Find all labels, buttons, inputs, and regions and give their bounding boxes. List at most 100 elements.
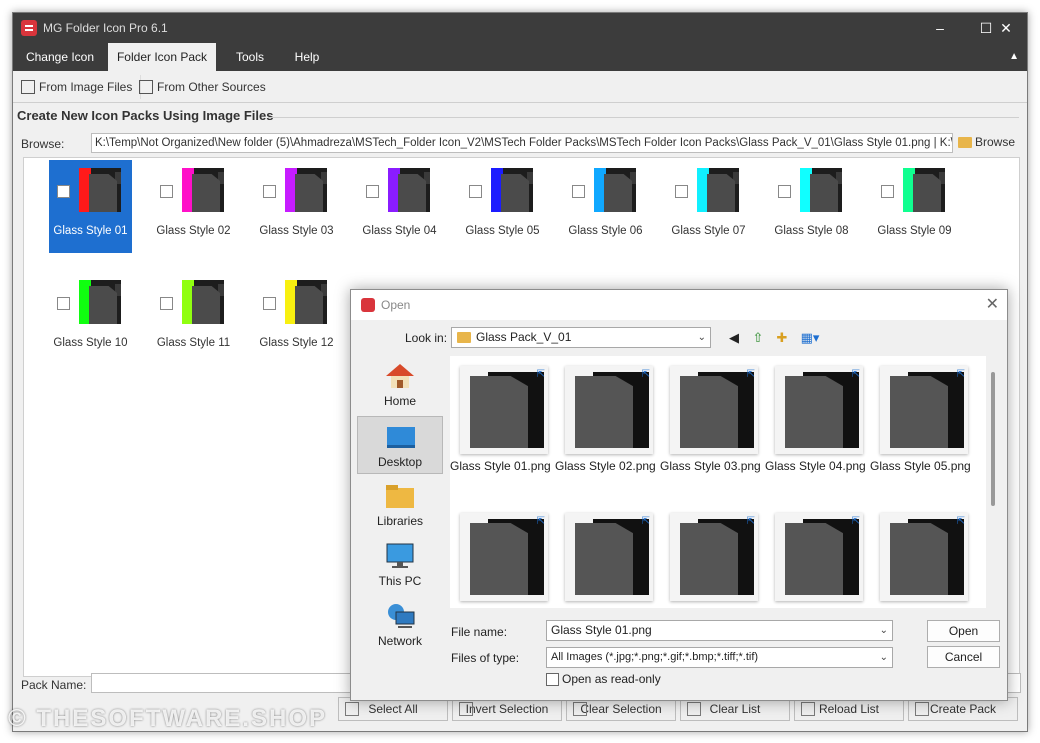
tile-checkbox[interactable] [160,185,173,198]
shortcut-arrow-icon: ⇱ [956,369,965,380]
cancel-button[interactable]: Cancel [927,646,1000,668]
file-item[interactable]: ⇱ [870,503,970,608]
file-item[interactable]: ⇱ [555,503,655,608]
place-desktop[interactable]: Desktop [357,416,443,474]
icon-tile[interactable]: Glass Style 05 [461,160,544,253]
menu-change-icon[interactable]: Change Icon [17,43,103,71]
tile-checkbox[interactable] [881,185,894,198]
from-other-sources-label: From Other Sources [157,80,266,94]
view-menu-icon[interactable]: ▦▾ [797,329,823,347]
new-folder-icon[interactable]: ✚ [773,329,791,347]
chevron-down-icon: ⌄ [697,332,706,343]
icon-tile[interactable]: Glass Style 03 [255,160,338,253]
icon-tile[interactable]: Glass Style 01 [49,160,132,253]
folder-icon [182,168,224,212]
icon-tile[interactable]: Glass Style 09 [873,160,956,253]
file-item[interactable]: ⇱ [450,503,550,608]
tile-checkbox[interactable] [469,185,482,198]
file-item[interactable]: ⇱ Glass Style 05.png [870,356,971,496]
file-name-label: File name: [451,625,508,639]
folder-front-shape [295,286,323,324]
icon-tile[interactable]: Glass Style 11 [152,272,235,365]
reload-list-label: Reload List [818,702,880,716]
shortcut-arrow-icon: ⇱ [641,516,650,527]
icon-tile[interactable]: Glass Style 10 [49,272,132,365]
tile-checkbox[interactable] [57,297,70,310]
from-other-sources-button[interactable]: From Other Sources [137,75,274,99]
check-icon [345,702,359,716]
folder-front-shape [575,523,633,595]
folder-icon [79,168,121,212]
icon-tile[interactable]: Glass Style 12 [255,272,338,365]
clear-list-label: Clear List [709,702,761,716]
icon-tile[interactable]: Glass Style 06 [564,160,647,253]
computer-icon [384,542,416,570]
place-home[interactable]: Home [357,356,443,414]
file-item[interactable]: ⇱ Glass Style 01.png [450,356,551,496]
menu-folder-icon-pack[interactable]: Folder Icon Pack [108,43,216,71]
tile-checkbox[interactable] [263,185,276,198]
icon-tile[interactable]: Glass Style 02 [152,160,235,253]
libraries-icon [384,482,416,510]
tile-checkbox[interactable] [57,185,70,198]
file-item-label: Glass Style 03.png [660,459,761,473]
place-this-pc[interactable]: This PC [357,536,443,594]
place-libraries[interactable]: Libraries [357,476,443,534]
place-network-label: Network [377,634,422,648]
clear-selection-label: Clear Selection [580,702,662,716]
tile-checkbox[interactable] [366,185,379,198]
browse-button-label: Browse [975,135,1016,149]
minimize-button[interactable]: – [917,13,963,43]
icon-tile[interactable]: Glass Style 04 [358,160,441,253]
pack-name-label: Pack Name: [21,678,87,692]
menu-help[interactable]: Help [283,43,331,71]
tile-checkbox[interactable] [675,185,688,198]
look-in-dropdown[interactable]: Glass Pack_V_01 ⌄ [451,327,711,348]
file-item[interactable]: ⇱ Glass Style 03.png [660,356,761,496]
close-button[interactable]: ✕ [983,13,1027,43]
folder-front-shape [890,523,948,595]
folder-front-shape [89,286,117,324]
file-item[interactable]: ⇱ Glass Style 04.png [765,356,866,496]
tile-checkbox[interactable] [572,185,585,198]
open-button[interactable]: Open [927,620,1000,642]
file-name-input[interactable]: Glass Style 01.png ⌄ [546,620,893,641]
network-icon [384,602,416,630]
file-thumbnail: ⇱ [565,513,653,601]
from-image-files-button[interactable]: From Image Files [19,75,142,99]
back-icon[interactable]: ◀ [725,329,743,347]
up-folder-icon[interactable]: ⇧ [749,329,767,347]
file-item[interactable]: ⇱ [660,503,760,608]
open-read-only-checkbox[interactable]: Open as read-only [546,672,661,687]
tile-checkbox[interactable] [160,297,173,310]
file-list-scrollbar[interactable] [991,372,995,506]
dialog-close-icon[interactable]: ✕ [986,294,999,314]
file-type-label: Files of type: [451,651,520,665]
icon-tile-label: Glass Style 02 [156,225,231,237]
from-image-files-label: From Image Files [39,80,133,94]
file-thumbnail: ⇱ [775,513,863,601]
file-thumbnail: ⇱ [460,513,548,601]
image-file-icon [21,80,35,94]
file-type-dropdown[interactable]: All Images (*.jpg;*.png;*.gif;*.bmp;*.ti… [546,647,893,668]
ribbon: From Image Files From Other Sources [13,71,1027,103]
icon-tile[interactable]: Glass Style 08 [770,160,853,253]
icon-tile[interactable]: Glass Style 07 [667,160,750,253]
shortcut-arrow-icon: ⇱ [851,369,860,380]
invert-icon [459,702,473,716]
collapse-ribbon-icon[interactable]: ▲ [1009,43,1019,71]
clear-selection-icon [573,702,587,716]
title-bar: MG Folder Icon Pro 6.1 – ☐ ✕ [13,13,1027,43]
menu-tools[interactable]: Tools [221,43,279,71]
tile-checkbox[interactable] [263,297,276,310]
file-item[interactable]: ⇱ Glass Style 02.png [555,356,656,496]
folder-front-shape [470,523,528,595]
place-network[interactable]: Network [357,596,443,654]
browse-label: Browse: [21,137,65,151]
browse-path-field[interactable]: K:\Temp\Not Organized\New folder (5)\Ahm… [91,133,953,153]
file-item[interactable]: ⇱ [765,503,865,608]
browse-button[interactable]: Browse [955,133,1021,153]
tile-checkbox[interactable] [778,185,791,198]
reload-icon [801,702,815,716]
folder-icon [285,168,327,212]
